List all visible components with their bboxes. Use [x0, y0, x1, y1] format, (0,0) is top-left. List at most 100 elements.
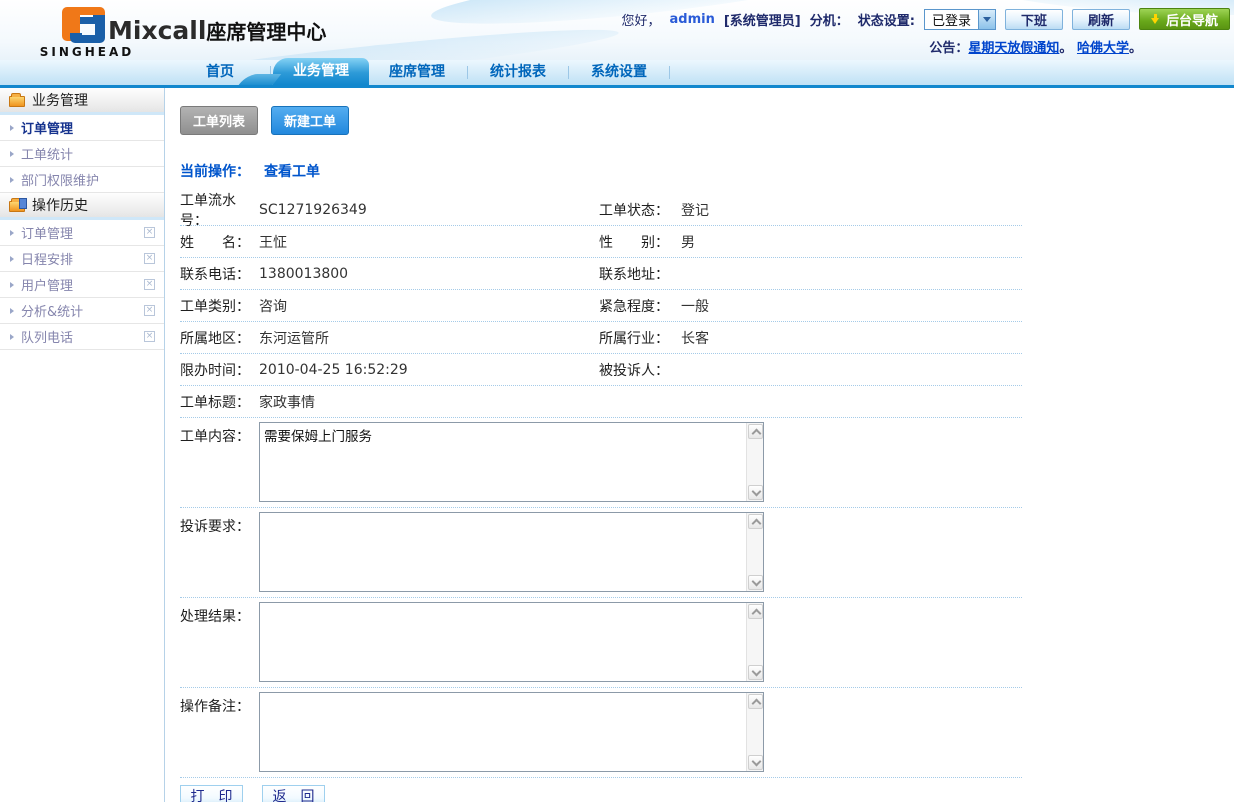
toolbar: 工单列表 新建工单 [180, 106, 1234, 135]
tab-system-settings[interactable]: 系统设置 [571, 60, 667, 85]
arrow-right-icon [10, 125, 14, 131]
field-value-deadline: 2010-04-25 16:52:29 [259, 362, 599, 378]
content-textarea-wrap: 需要保姆上门服务 [259, 422, 764, 502]
app-title: Mixcall座席管理中心 [108, 16, 326, 45]
field-label-region: 所属地区： [180, 328, 259, 348]
sidebar-item-label: 部门权限维护 [21, 170, 99, 189]
scrollbar[interactable] [746, 693, 763, 771]
textarea-row-content: 工单内容： 需要保姆上门服务 [180, 418, 1022, 508]
greeting-row: 您好， admin [系统管理员] 分机： 状态设置: 已登录 下班 刷新 后台… [622, 8, 1231, 30]
sidebar-item-label: 订单管理 [21, 118, 73, 137]
field-label-address: 联系地址： [599, 264, 681, 284]
form-row: 工单流水号： SC1271926349 工单状态： 登记 [180, 194, 1022, 226]
field-label-phone: 联系电话： [180, 264, 259, 284]
tab-agent-mgmt[interactable]: 座席管理 [369, 60, 465, 85]
field-value-serial: SC1271926349 [259, 202, 599, 218]
arrow-right-icon [10, 334, 14, 340]
result-textarea-wrap [259, 602, 764, 682]
announcement-label: 公告： [929, 41, 968, 56]
form-row: 所属地区： 东河运管所 所属行业： 长客 [180, 322, 1022, 354]
refresh-button[interactable]: 刷新 [1072, 9, 1130, 30]
backstage-nav-label: 后台导航 [1166, 10, 1218, 29]
sidebar-history-schedule[interactable]: 日程安排 [0, 246, 164, 272]
scroll-down-icon[interactable] [748, 755, 763, 770]
main-content: 工单列表 新建工单 当前操作： 查看工单 工单流水号： SC1271926349… [165, 88, 1234, 802]
field-value-category: 咨询 [259, 296, 599, 316]
history-folder-icon [9, 201, 25, 212]
folder-icon [9, 96, 25, 107]
back-button[interactable]: 返 回 [262, 785, 325, 802]
sidebar-item-label: 工单统计 [21, 144, 73, 163]
sidebar-history-order-mgmt[interactable]: 订单管理 [0, 220, 164, 246]
tab-report-stats[interactable]: 统计报表 [470, 60, 566, 85]
new-ticket-button[interactable]: 新建工单 [271, 106, 349, 135]
form-row: 姓 名： 王怔 性 别： 男 [180, 226, 1022, 258]
close-icon[interactable] [144, 227, 155, 238]
scroll-down-icon[interactable] [748, 665, 763, 680]
field-label-complaint-request: 投诉要求： [180, 512, 259, 592]
complaint-request-textarea[interactable] [260, 513, 763, 591]
arrow-right-icon [10, 308, 14, 314]
print-button[interactable]: 打 印 [180, 785, 243, 802]
backstage-nav-button[interactable]: 后台导航 [1139, 8, 1230, 30]
field-value-title: 家政事情 [259, 392, 1022, 412]
status-select[interactable]: 已登录 [924, 9, 996, 30]
scroll-up-icon[interactable] [748, 694, 763, 709]
scroll-down-icon[interactable] [748, 485, 763, 500]
app-title-suffix: 座席管理中心 [206, 20, 326, 44]
form-row: 工单类别： 咨询 紧急程度： 一般 [180, 290, 1022, 322]
tab-business-mgmt[interactable]: 业务管理 [273, 58, 369, 85]
chevron-down-icon[interactable] [978, 10, 995, 29]
process-result-textarea[interactable] [260, 603, 763, 681]
sidebar-item-ticket-stats[interactable]: 工单统计 [0, 141, 164, 167]
off-duty-button[interactable]: 下班 [1005, 9, 1063, 30]
scrollbar[interactable] [746, 423, 763, 501]
header: SINGHEAD Mixcall座席管理中心 您好， admin [系统管理员]… [0, 0, 1234, 60]
form-row: 限办时间： 2010-04-25 16:52:29 被投诉人： [180, 354, 1022, 386]
user-role: [系统管理员] [724, 10, 801, 29]
current-operation-value: 查看工单 [264, 161, 320, 181]
scroll-up-icon[interactable] [748, 514, 763, 529]
announcement-link-2[interactable]: 哈佛大学 [1077, 41, 1129, 56]
field-label-deadline: 限办时间： [180, 360, 259, 380]
textarea-row-remark: 操作备注： [180, 688, 1022, 778]
scrollbar[interactable] [746, 603, 763, 681]
sidebar-group-title: 业务管理 [32, 90, 88, 110]
operation-remark-textarea[interactable] [260, 693, 763, 771]
scrollbar[interactable] [746, 513, 763, 591]
close-icon[interactable] [144, 331, 155, 342]
arrow-right-icon [10, 282, 14, 288]
field-value-gender: 男 [681, 232, 1022, 252]
sidebar-item-order-mgmt[interactable]: 订单管理 [0, 115, 164, 141]
field-label-status: 工单状态： [599, 200, 681, 220]
sidebar-item-dept-permission[interactable]: 部门权限维护 [0, 167, 164, 193]
sidebar-history-user-mgmt[interactable]: 用户管理 [0, 272, 164, 298]
close-icon[interactable] [144, 253, 155, 264]
field-value-status: 登记 [681, 200, 1022, 220]
punct: 。 [1059, 41, 1072, 56]
field-label-content: 工单内容： [180, 422, 259, 502]
sidebar-history-queue-calls[interactable]: 队列电话 [0, 324, 164, 350]
field-label-industry: 所属行业： [599, 328, 681, 348]
username: admin [670, 12, 715, 27]
ticket-list-button[interactable]: 工单列表 [180, 106, 258, 135]
scroll-up-icon[interactable] [748, 604, 763, 619]
announcement-row: 公告：星期天放假通知。 哈佛大学。 [622, 37, 1143, 56]
remark-textarea-wrap [259, 692, 764, 772]
field-label-process-result: 处理结果： [180, 602, 259, 682]
sidebar-history-analysis-stats[interactable]: 分析&统计 [0, 298, 164, 324]
scroll-up-icon[interactable] [748, 424, 763, 439]
form-row: 联系电话： 1380013800 联系地址： [180, 258, 1022, 290]
close-icon[interactable] [144, 305, 155, 316]
footer-buttons: 打 印 返 回 [180, 785, 1022, 802]
field-value-region: 东河运管所 [259, 328, 599, 348]
form-row-title: 工单标题： 家政事情 [180, 386, 1022, 418]
field-label-urgency: 紧急程度： [599, 296, 681, 316]
scroll-down-icon[interactable] [748, 575, 763, 590]
app-title-main: Mixcall [108, 16, 206, 45]
announcement-link-1[interactable]: 星期天放假通知 [968, 41, 1059, 56]
ticket-content-textarea[interactable]: 需要保姆上门服务 [260, 423, 763, 501]
close-icon[interactable] [144, 279, 155, 290]
field-label-title: 工单标题： [180, 392, 259, 412]
logo-text: SINGHEAD [32, 45, 142, 59]
